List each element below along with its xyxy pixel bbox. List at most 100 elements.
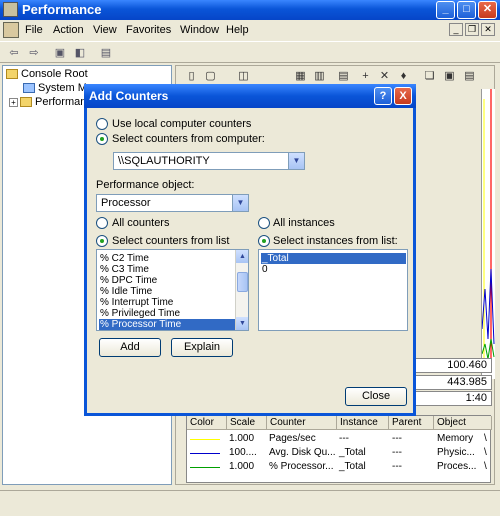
legend-object: Proces... [437,461,477,472]
legend-header-object[interactable]: Object [434,416,492,430]
mdi-minimize-button[interactable]: _ [449,23,463,36]
legend-instance: --- [339,433,349,444]
close-window-button[interactable]: ✕ [478,1,497,19]
up-folder-icon[interactable]: ▣ [52,45,68,61]
add-counter-icon[interactable]: + [358,69,373,84]
clear-display-icon[interactable]: ▢ [203,69,218,84]
list-item[interactable]: % Idle Time [99,286,152,297]
legend-parent: --- [392,433,402,444]
chevron-down-icon[interactable]: ▼ [288,153,304,169]
maximize-button[interactable]: □ [457,1,476,19]
legend-object: Memory [437,433,474,444]
performance-object-label: Performance object: [96,179,195,191]
legend-computer: \ [484,447,487,458]
performance-graph [481,89,495,379]
window-title-bar[interactable]: Performance _ □ ✕ [0,0,500,20]
performance-object-select[interactable]: Processor ▼ [96,194,249,212]
legend-row[interactable]: 1.000 % Processor... _Total --- Proces..… [187,461,492,474]
dialog-title: Add Counters [89,89,169,103]
paste-counter-list-icon[interactable]: ▣ [442,69,457,84]
view-report-icon[interactable]: ▤ [336,69,351,84]
mdi-close-button[interactable]: ✕ [481,23,495,36]
show-tree-icon[interactable]: ◧ [72,45,88,61]
legend-row[interactable]: 100.... Avg. Disk Qu... _Total --- Physi… [187,447,492,460]
list-item[interactable]: % C2 Time [99,253,149,264]
mdi-restore-button[interactable]: ❐ [465,23,479,36]
expand-plus-icon[interactable]: + [9,97,18,107]
all-counters-radio[interactable] [96,217,108,229]
all-instances-radio[interactable] [258,217,270,229]
view-current-activity-icon[interactable]: ◫ [236,69,251,84]
chevron-down-icon[interactable]: ▼ [232,195,248,211]
counter-list-scrollbar[interactable]: ▲ ▼ [235,250,248,330]
menu-view[interactable]: View [93,24,117,36]
menu-favorites[interactable]: Favorites [126,24,171,36]
computer-select[interactable]: \\SQLAUTHORITY ▼ [113,152,305,170]
legend-row[interactable]: 1.000 Pages/sec --- --- Memory \ [187,433,492,446]
legend-counter: Avg. Disk Qu... [269,447,336,458]
close-button[interactable]: Close [345,387,407,406]
view-histogram-icon[interactable]: ▥ [312,69,327,84]
use-local-radio[interactable] [96,118,108,130]
scroll-thumb[interactable] [237,272,248,292]
select-instances-radio[interactable] [258,235,270,247]
main-toolbar: ⇦ ⇨ ▣ ◧ ▤ [0,41,500,63]
help-button[interactable]: ? [374,87,392,105]
view-graph-icon[interactable]: ▦ [293,69,308,84]
legend-header-counter[interactable]: Counter [267,416,337,430]
legend-header-color[interactable]: Color [187,416,227,430]
menu-bar: File Action View Favorites Window Help _… [0,20,500,41]
all-counters-label[interactable]: All counters [112,217,169,229]
list-item[interactable]: % Interrupt Time [99,297,173,308]
select-from-computer-label[interactable]: Select counters from computer: [112,133,265,145]
scroll-up-icon[interactable]: ▲ [236,250,248,263]
counter-listbox[interactable]: % C2 Time % C3 Time % DPC Time % Idle Ti… [96,249,249,331]
select-counters-radio[interactable] [96,235,108,247]
properties-icon[interactable]: ▤ [98,45,114,61]
select-instances-label[interactable]: Select instances from list: [273,235,398,247]
forward-arrow-icon[interactable]: ⇨ [26,45,42,61]
add-button[interactable]: Add [99,338,161,357]
tree-item-performance-logs[interactable]: + Performan [9,96,86,110]
list-item[interactable]: 0 [261,264,268,275]
properties-icon[interactable]: ▤ [462,69,477,84]
menu-file[interactable]: File [25,24,43,36]
list-item[interactable]: % Privileged Time [99,308,180,319]
select-from-computer-radio[interactable] [96,133,108,145]
highlight-icon[interactable]: ♦ [396,69,411,84]
list-item-selected[interactable]: _Total [261,253,406,264]
menu-window[interactable]: Window [180,24,219,36]
monitor-icon [23,83,35,94]
legend-header-instance[interactable]: Instance [337,416,389,430]
new-counter-set-icon[interactable]: ▯ [184,69,199,84]
use-local-label[interactable]: Use local computer counters [112,118,251,130]
list-item[interactable]: % C3 Time [99,264,149,275]
minimize-button[interactable]: _ [436,1,455,19]
counter-legend[interactable]: Color Scale Counter Instance Parent Obje… [186,415,492,483]
menu-action[interactable]: Action [53,24,84,36]
select-counters-label[interactable]: Select counters from list [112,235,229,247]
tree-item-system-monitor[interactable]: System Mo [23,82,93,96]
legend-header-parent[interactable]: Parent [389,416,434,430]
menu-help[interactable]: Help [226,24,249,36]
back-arrow-icon[interactable]: ⇦ [6,45,22,61]
tree-item-console-root[interactable]: Console Root [6,68,88,82]
dialog-close-x-button[interactable]: X [394,87,412,105]
legend-instance: _Total [339,447,366,458]
scroll-down-icon[interactable]: ▼ [236,317,248,330]
legend-scale: 1.000 [229,433,255,444]
computer-value: \\SQLAUTHORITY [118,155,210,167]
explain-button[interactable]: Explain [171,338,233,357]
legend-computer: \ [484,461,487,472]
all-instances-label[interactable]: All instances [273,217,335,229]
list-item[interactable]: % DPC Time [99,275,157,286]
copy-properties-icon[interactable]: ❏ [422,69,437,84]
delete-counter-icon[interactable]: ✕ [377,69,392,84]
dialog-title-bar[interactable]: Add Counters ? X [84,84,416,108]
add-counters-dialog: Add Counters ? X Use local computer coun… [84,84,416,416]
legend-object: Physic... [437,447,475,458]
mmc-icon[interactable] [3,22,19,38]
legend-header-scale[interactable]: Scale [227,416,267,430]
instance-listbox[interactable]: _Total 0 [258,249,408,331]
list-item-selected[interactable]: % Processor Time [99,319,235,330]
